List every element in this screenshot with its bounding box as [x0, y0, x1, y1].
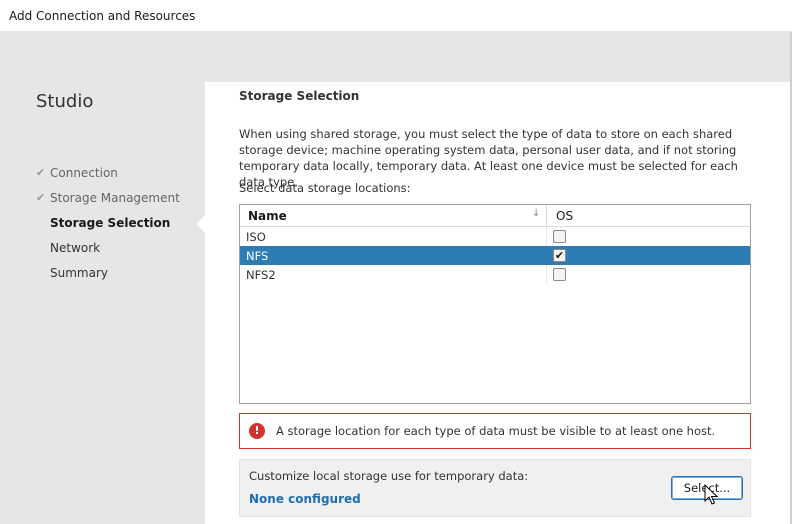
column-header-os[interactable]: OS [556, 209, 573, 223]
app-name: Studio [36, 91, 94, 112]
window-title: Add Connection and Resources [9, 9, 196, 23]
storage-locations-table: Name ↓ OS ISO NFS ✔ NFS2 [239, 204, 751, 404]
window-titlebar: Add Connection and Resources [0, 0, 792, 32]
nav-item-storage-management[interactable]: ✔ Storage Management [36, 190, 206, 215]
table-row[interactable]: NFS2 [240, 265, 750, 284]
column-divider[interactable] [546, 205, 547, 226]
column-divider [546, 227, 547, 246]
main-panel: Storage Selection When using shared stor… [205, 82, 790, 524]
table-row[interactable]: ISO [240, 227, 750, 246]
nav-item-storage-selection[interactable]: Storage Selection [36, 215, 206, 240]
nav-item-label: Storage Management [50, 191, 180, 205]
page-title: Storage Selection [239, 89, 360, 103]
mouse-pointer-icon [704, 484, 718, 505]
check-icon: ✔ [36, 166, 46, 179]
os-checkbox-checked[interactable]: ✔ [553, 249, 566, 262]
error-alert: ! A storage location for each type of da… [239, 413, 751, 449]
nav-item-label: Network [50, 241, 101, 255]
error-message: A storage location for each type of data… [276, 424, 716, 438]
wizard-steps-nav: ✔ Connection ✔ Storage Management Storag… [36, 165, 206, 290]
os-checkbox[interactable] [553, 268, 566, 281]
sort-arrow-icon[interactable]: ↓ [532, 208, 540, 219]
nav-item-connection[interactable]: ✔ Connection [36, 165, 206, 190]
nav-item-label: Storage Selection [50, 216, 171, 230]
table-header: Name ↓ OS [240, 205, 750, 227]
nav-item-label: Summary [50, 266, 108, 280]
active-step-pointer [197, 215, 205, 233]
error-icon: ! [249, 423, 265, 439]
column-divider [546, 265, 547, 284]
table-row-selected[interactable]: NFS ✔ [240, 246, 750, 265]
nav-item-summary: Summary [36, 265, 206, 290]
column-divider [546, 246, 547, 265]
nav-item-label: Connection [50, 166, 118, 180]
select-locations-label: Select data storage locations: [239, 181, 411, 195]
check-icon: ✔ [36, 191, 46, 204]
row-name: ISO [246, 230, 266, 244]
column-header-name[interactable]: Name [248, 209, 287, 223]
nav-item-network: Network [36, 240, 206, 265]
row-name: NFS2 [246, 268, 276, 282]
row-name: NFS [246, 249, 269, 263]
os-checkbox[interactable] [553, 230, 566, 243]
temp-storage-panel: Customize local storage use for temporar… [239, 459, 751, 517]
temp-storage-value: None configured [249, 492, 361, 506]
temp-storage-label: Customize local storage use for temporar… [249, 469, 529, 483]
